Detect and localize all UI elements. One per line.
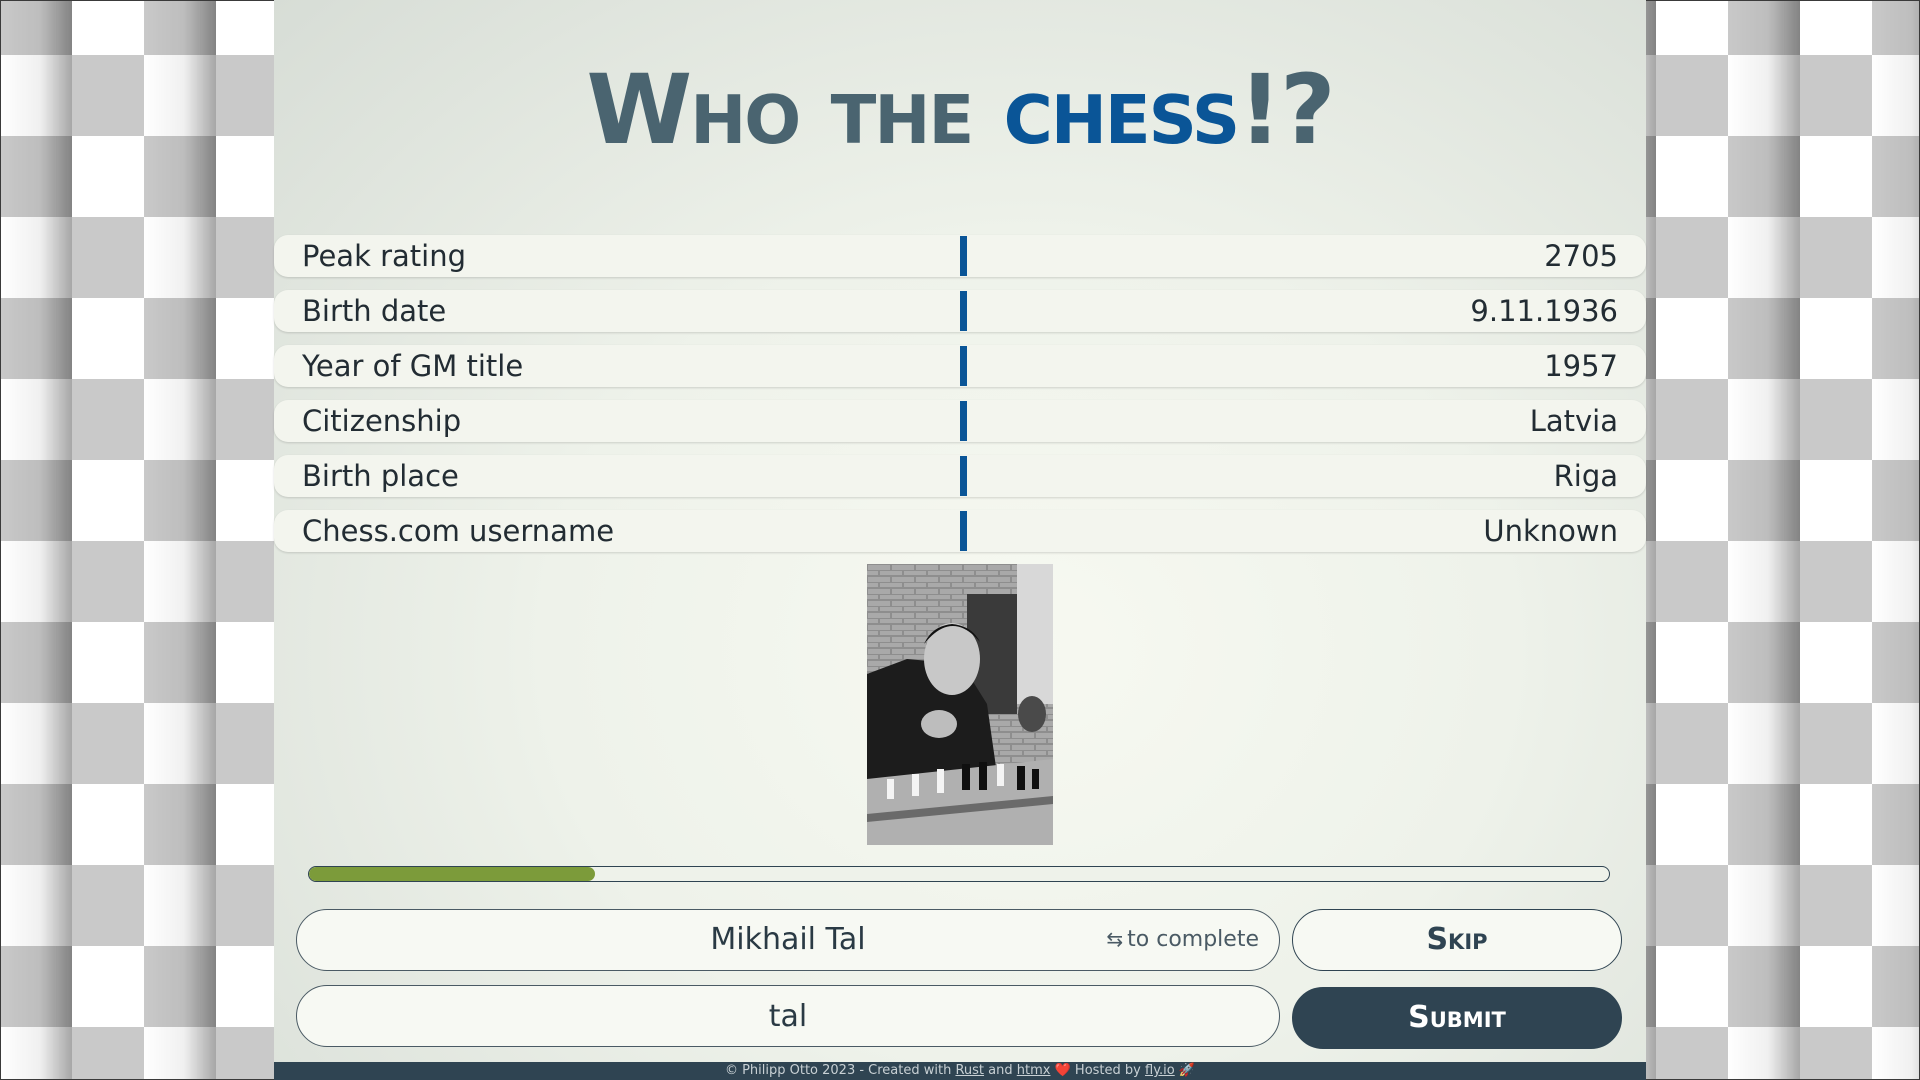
- htmx-link[interactable]: htmx: [1017, 1063, 1051, 1078]
- title-punctuation: !?: [1238, 54, 1335, 166]
- title-accent: chess: [1003, 54, 1241, 166]
- rust-link[interactable]: Rust: [955, 1063, 984, 1078]
- footer-and: and: [984, 1063, 1017, 1078]
- stat-row-citizenship: Citizenship Latvia: [274, 400, 1646, 442]
- stat-row-chesscom-username: Chess.com username Unknown: [274, 510, 1646, 552]
- stat-label: Chess.com username: [302, 514, 615, 548]
- row-divider: [960, 291, 967, 331]
- stat-value: 2705: [1544, 239, 1618, 273]
- row-divider: [960, 511, 967, 551]
- stat-row-gm-title-year: Year of GM title 1957: [274, 345, 1646, 387]
- footer: © Philipp Otto 2023 - Created with Rust …: [274, 1062, 1646, 1080]
- row-divider: [960, 401, 967, 441]
- progress-bar: [308, 866, 1610, 882]
- swap-arrows-icon: ⇆: [1106, 927, 1124, 951]
- player-photo: [867, 564, 1053, 845]
- suggestion-text: Mikhail Tal: [710, 922, 866, 957]
- stat-row-birth-place: Birth place Riga: [274, 455, 1646, 497]
- player-photo-image: [867, 564, 1053, 845]
- autocomplete-suggestion[interactable]: Mikhail Tal ⇆ to complete: [296, 909, 1280, 971]
- row-divider: [960, 456, 967, 496]
- progress-fill: [309, 867, 595, 881]
- stat-value: Riga: [1553, 459, 1618, 493]
- heart-icon: ❤️: [1054, 1063, 1071, 1078]
- stat-value: 1957: [1544, 349, 1618, 383]
- stat-value: 9.11.1936: [1470, 294, 1618, 328]
- guess-input[interactable]: [296, 985, 1280, 1047]
- stat-row-birth-date: Birth date 9.11.1936: [274, 290, 1646, 332]
- stat-label: Birth place: [302, 459, 459, 493]
- stat-label: Citizenship: [302, 404, 462, 438]
- row-divider: [960, 346, 967, 386]
- hint-text: to complete: [1127, 927, 1259, 952]
- rocket-icon: 🚀: [1178, 1063, 1196, 1078]
- stat-label: Peak rating: [302, 239, 466, 273]
- tab-complete-hint: ⇆ to complete: [1106, 910, 1259, 969]
- row-divider: [960, 236, 967, 276]
- stat-row-peak-rating: Peak rating 2705: [274, 235, 1646, 277]
- footer-hosted: Hosted by: [1070, 1063, 1145, 1078]
- title-text: Who the: [586, 54, 1004, 166]
- page-title: Who the chess!?: [274, 62, 1646, 158]
- stat-label: Year of GM title: [302, 349, 524, 383]
- game-panel: Who the chess!? Peak rating 2705 Birth d…: [274, 0, 1646, 1080]
- submit-button[interactable]: Submit: [1292, 987, 1622, 1049]
- skip-button[interactable]: Skip: [1292, 909, 1622, 971]
- flyio-link[interactable]: fly.io: [1145, 1063, 1175, 1078]
- footer-credit: © Philipp Otto 2023 - Created with: [724, 1063, 956, 1078]
- stat-label: Birth date: [302, 294, 447, 328]
- stat-value: Latvia: [1529, 404, 1618, 438]
- stat-value: Unknown: [1483, 514, 1618, 548]
- stats-table: Peak rating 2705 Birth date 9.11.1936 Ye…: [274, 235, 1646, 565]
